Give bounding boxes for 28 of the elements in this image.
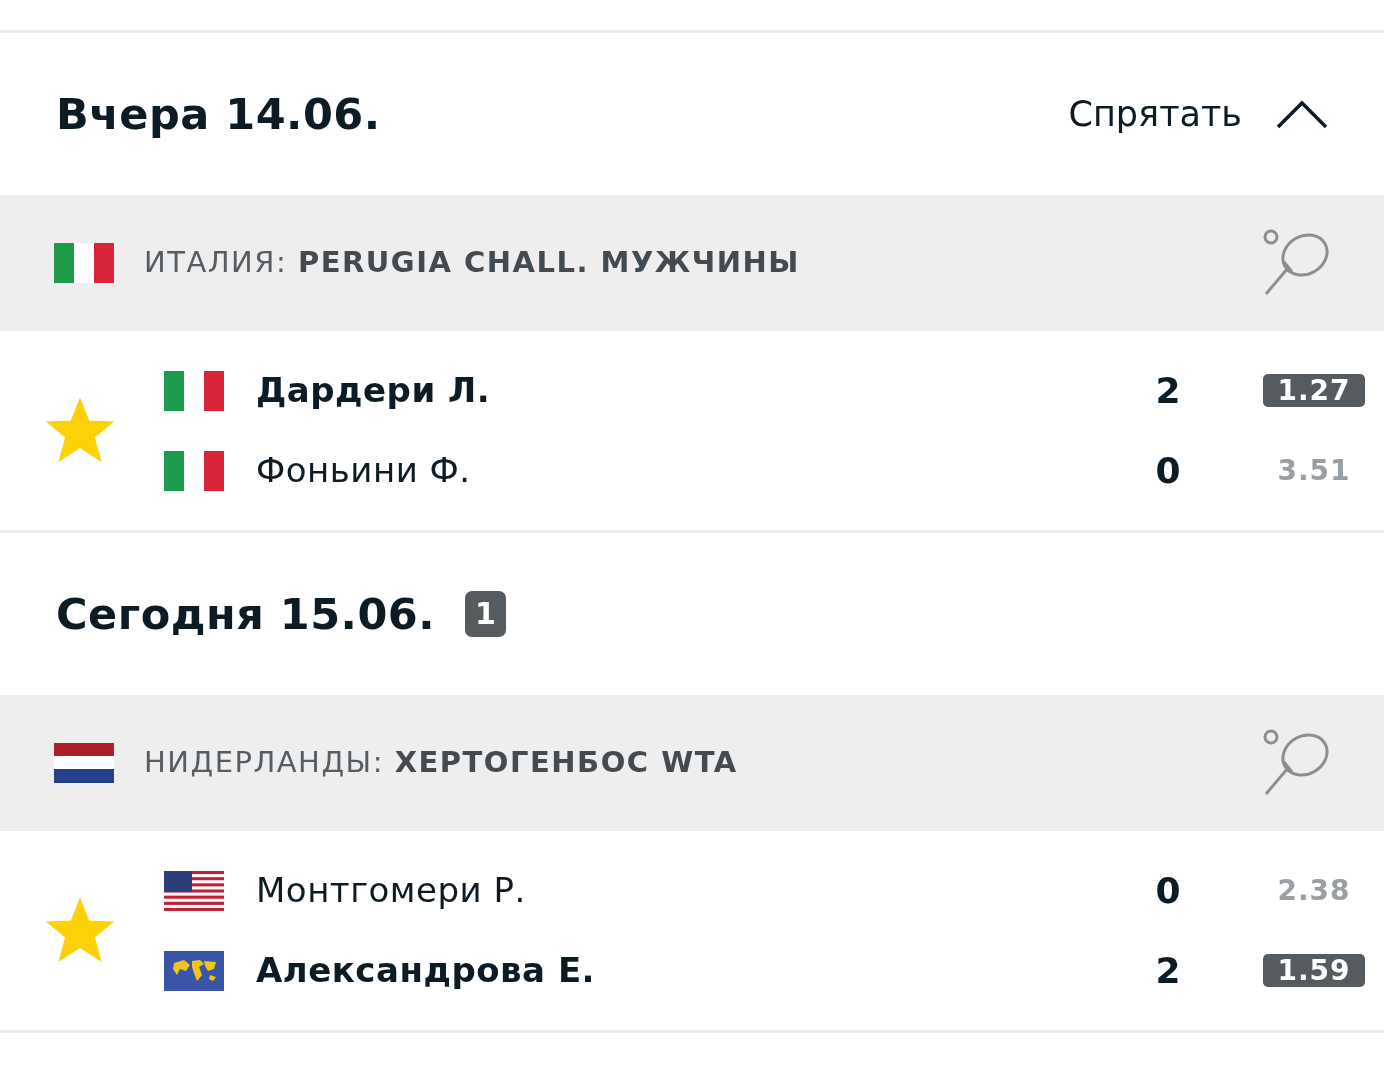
star-icon[interactable] [46,397,114,464]
score: 0 [1154,868,1182,913]
player-name: Александрова Е. [256,949,596,992]
player-name: Дардери Л. [256,369,491,412]
world-flag-icon [164,950,224,991]
hide-button[interactable]: Спрятать [1068,87,1328,141]
flag-icon [164,370,224,411]
flag-icon [164,450,224,491]
count-badge: 1 [465,591,506,637]
score: 0 [1154,448,1182,493]
odds[interactable]: 1.59 [1263,953,1365,987]
league-title: НИДЕРЛАНДЫ: ХЕРТОГЕНБОС WTA [144,744,738,782]
day-title: Сегодня 15.06. [56,587,436,641]
star-icon[interactable] [46,897,114,964]
league-header[interactable]: НИДЕРЛАНДЫ: ХЕРТОГЕНБОС WTA [0,695,1384,831]
odds[interactable]: 1.27 [1263,373,1365,407]
flag-icon [54,243,114,283]
league-header[interactable]: ИТАЛИЯ: PERUGIA CHALL. МУЖЧИНЫ [0,195,1384,331]
score: 2 [1154,368,1182,413]
flag-icon [54,743,114,783]
player-name: Фоньини Ф. [256,449,471,492]
player-name: Монтгомери Р. [256,869,526,912]
day-title: Вчера 14.06. [56,87,381,141]
tennis-racket-icon [1262,728,1332,798]
score: 2 [1154,948,1182,993]
league-title: ИТАЛИЯ: PERUGIA CHALL. МУЖЧИНЫ [144,244,800,282]
tennis-racket-icon [1262,228,1332,298]
flag-icon [164,870,224,911]
